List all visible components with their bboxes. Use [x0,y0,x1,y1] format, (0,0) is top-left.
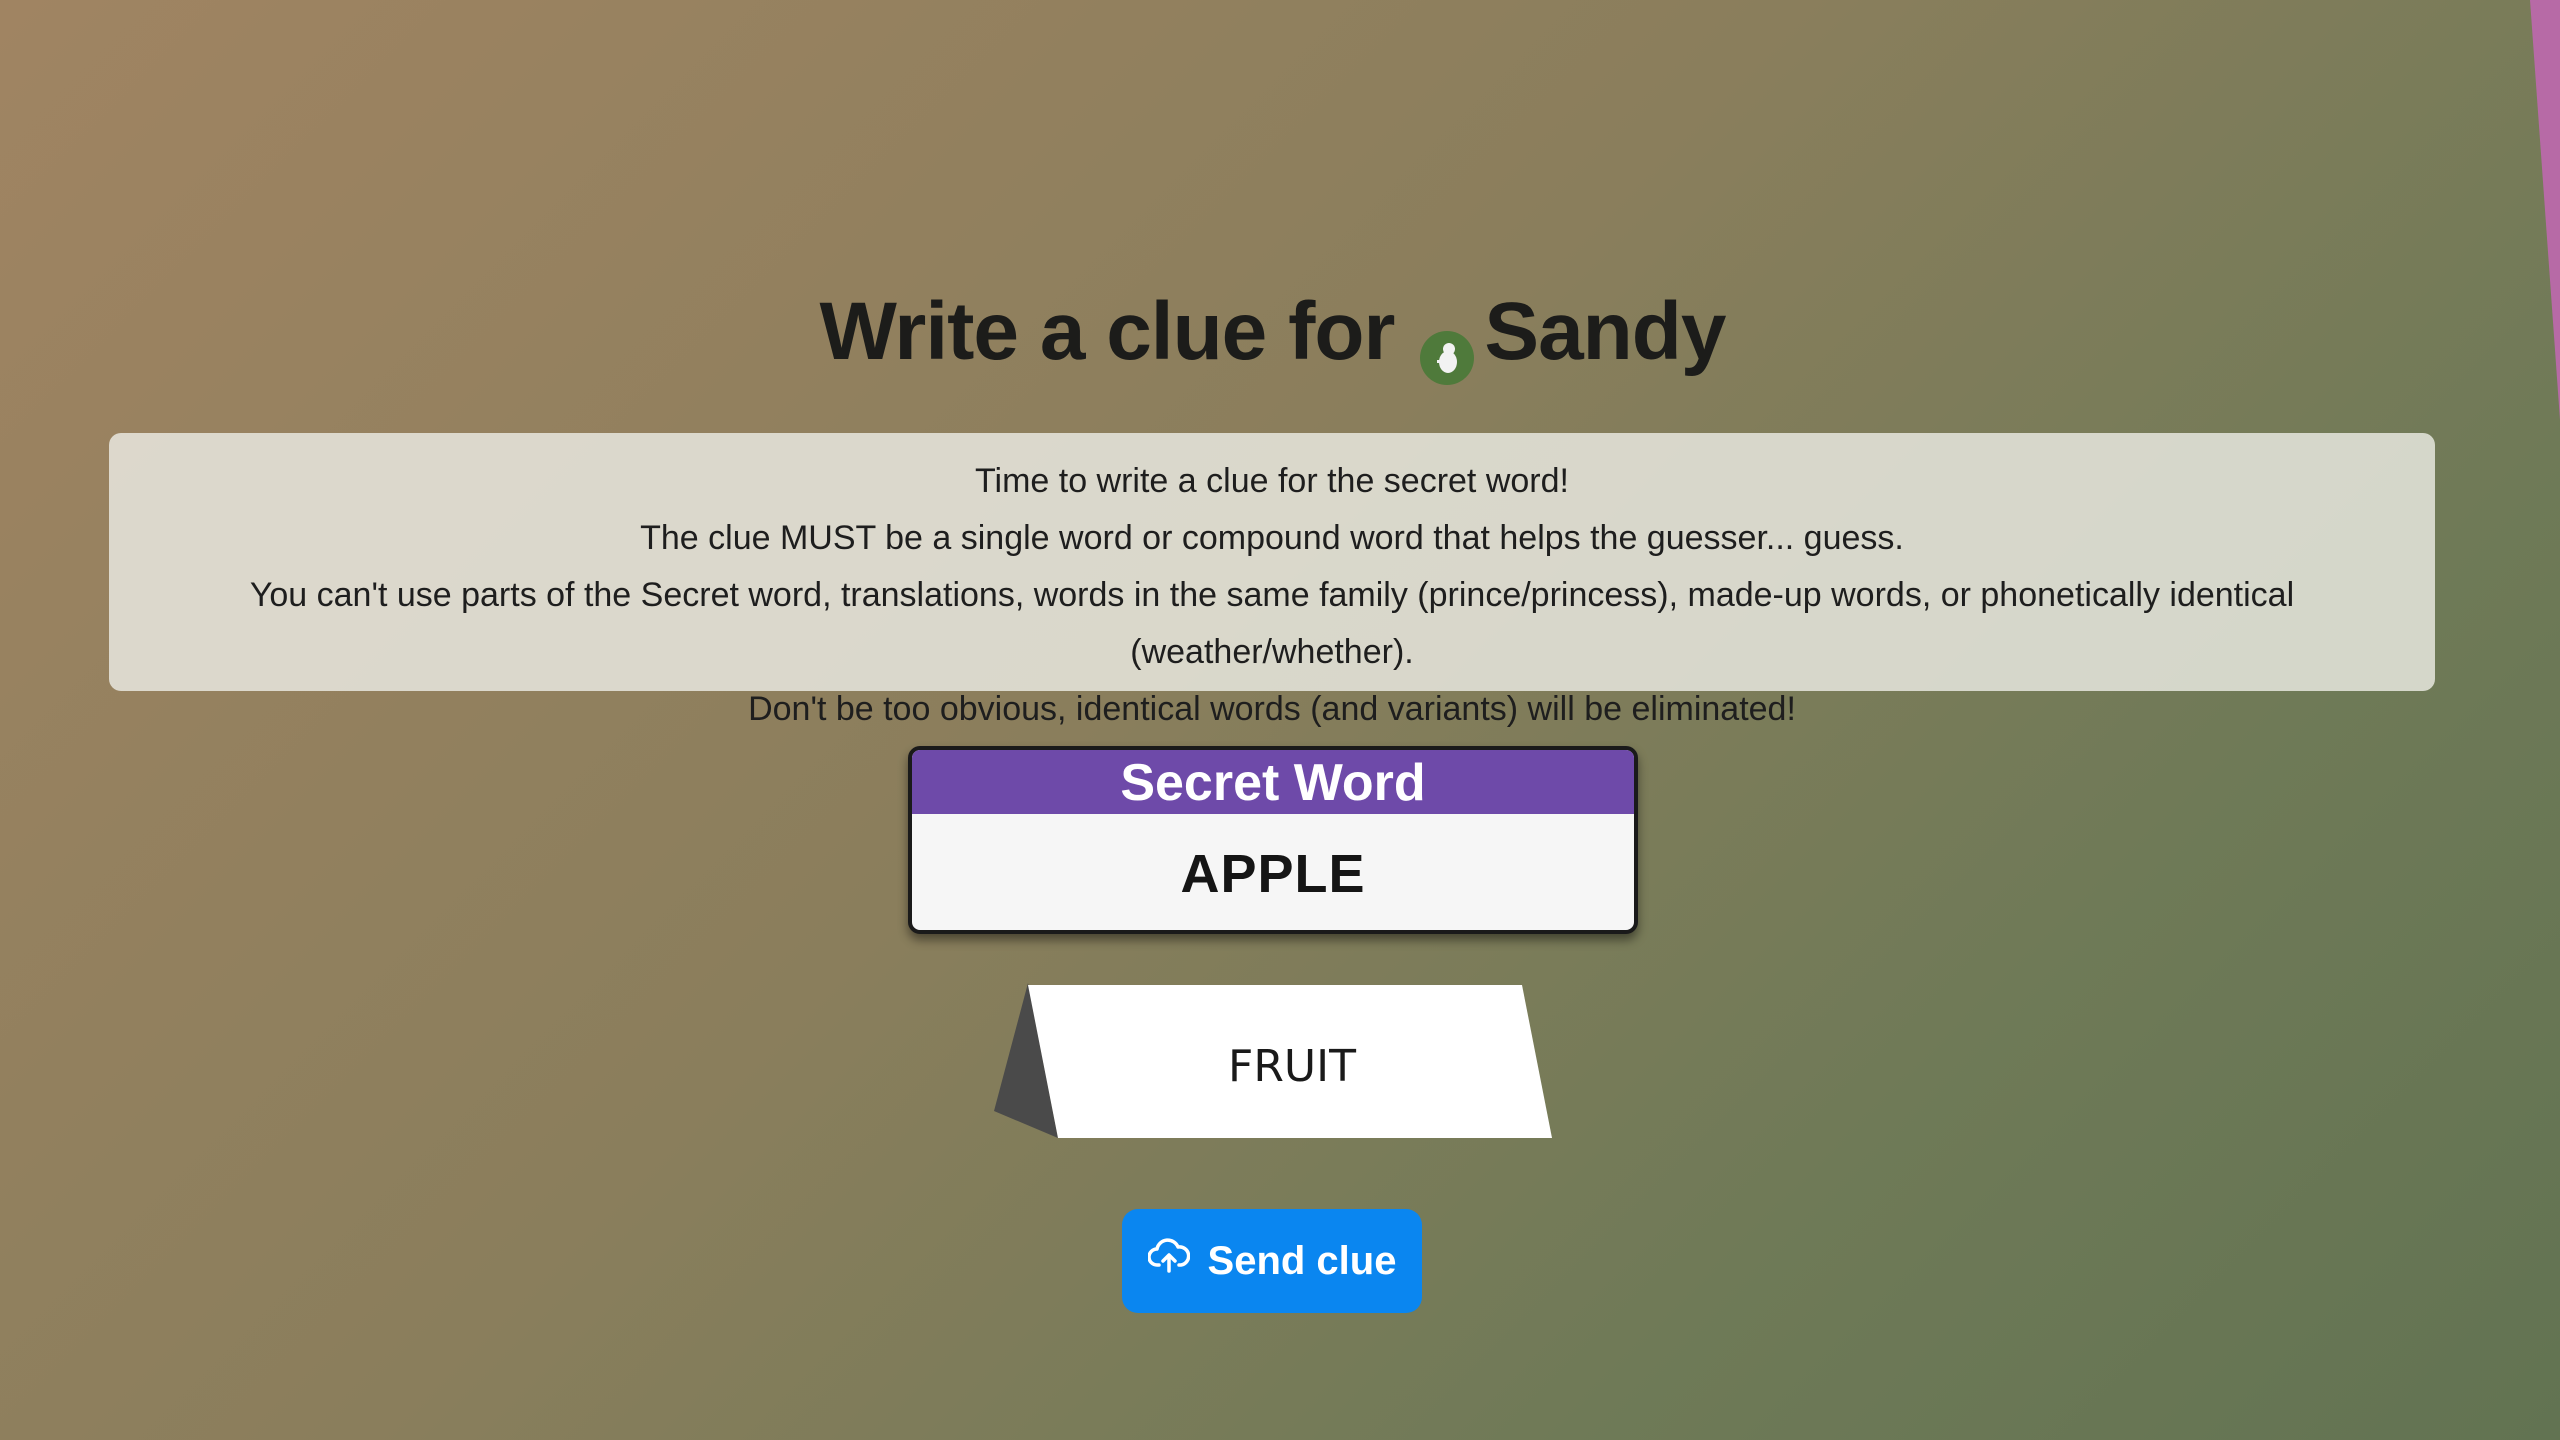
rules-line: Time to write a clue for the secret word… [975,462,1569,500]
page-title: Write a clue for Sandy [0,285,2545,385]
secret-word-header: Secret Word [912,750,1634,814]
secret-word: APPLE [1180,844,1366,904]
send-clue-button[interactable]: Send clue [1122,1209,1422,1313]
rules-line: You can't use parts of the Secret word, … [249,576,2295,671]
rules-panel: Time to write a clue for the secret word… [109,433,2435,728]
secret-word-card: Secret Word APPLE [908,746,1638,934]
player-name: Sandy [1484,286,1726,377]
rules-line: The clue MUST be a single word or compou… [640,519,1904,557]
cloud-upload-icon [1146,1235,1190,1287]
player-avatar-icon [1420,311,1475,385]
clue-input[interactable] [1100,1020,1484,1112]
rules-line: Don't be too obvious, identical words (a… [748,690,1796,728]
title-prefix: Write a clue for [819,286,1396,377]
send-clue-label: Send clue [1207,1238,1397,1283]
